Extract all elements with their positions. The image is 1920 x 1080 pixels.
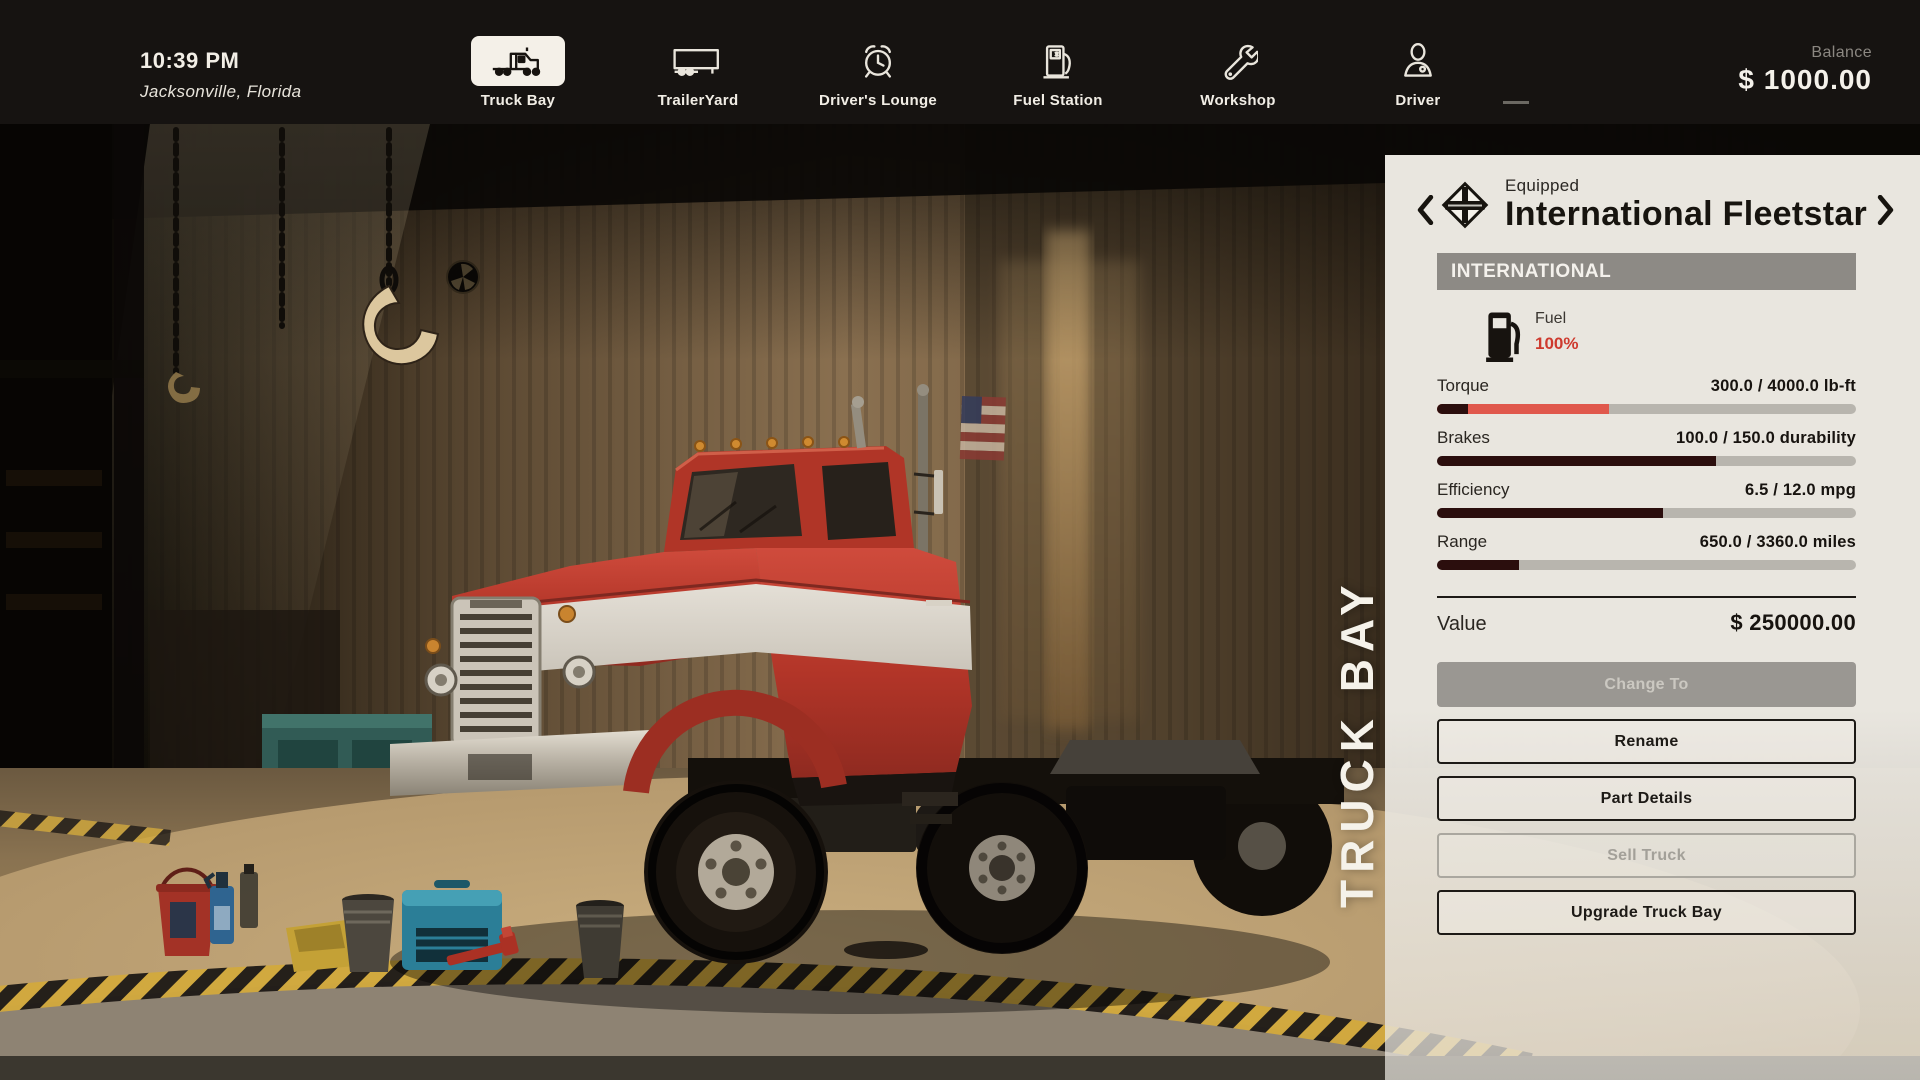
tab-truck-bay[interactable]: Truck Bay — [443, 36, 593, 109]
tab-workshop[interactable]: Workshop — [1163, 36, 1313, 109]
sell-truck-button[interactable]: Sell Truck — [1437, 833, 1856, 878]
change-to-button[interactable]: Change To — [1437, 662, 1856, 707]
us-flag — [960, 396, 1006, 460]
fuel-row: Fuel 100% — [1485, 308, 1856, 362]
stat-bar — [1437, 508, 1856, 518]
tab-label: Driver — [1395, 92, 1440, 109]
fuel-label: Fuel — [1535, 310, 1578, 328]
alarm-clock-icon — [838, 36, 918, 86]
fuel-pump-icon — [1020, 36, 1096, 86]
game-location: Jacksonville, Florida — [140, 82, 301, 102]
separator — [1437, 596, 1856, 598]
prev-truck-button[interactable] — [1415, 193, 1436, 230]
balance-label: Balance — [1738, 44, 1872, 62]
tab-trailer-yard[interactable]: TrailerYard — [623, 36, 773, 109]
brand-banner: INTERNATIONAL — [1437, 253, 1856, 290]
game-time: 10:39 PM — [140, 48, 301, 74]
international-logo — [1437, 177, 1493, 233]
stat-brakes: Brakes100.0 / 150.0 durability — [1437, 428, 1856, 466]
stat-bar — [1437, 456, 1856, 466]
tab-label: Workshop — [1200, 92, 1275, 109]
stats-list: Torque300.0 / 4000.0 lb-ft Brakes100.0 /… — [1437, 376, 1856, 570]
balance-amount: $ 1000.00 — [1738, 64, 1872, 96]
fuel-text: Fuel 100% — [1535, 308, 1578, 362]
truck-bay-section-label: TRUCK BAY — [1330, 548, 1384, 908]
truck-details-panel: Equipped International Fleetstar INTERNA… — [1385, 155, 1920, 1080]
balance-block: Balance $ 1000.00 — [1738, 44, 1872, 96]
fuel-value: 100% — [1535, 334, 1578, 354]
value-row: Value $ 250000.00 — [1437, 610, 1856, 636]
tab-label: Truck Bay — [481, 92, 555, 109]
tab-label: Fuel Station — [1013, 92, 1102, 109]
part-details-button[interactable]: Part Details — [1437, 776, 1856, 821]
tab-drivers-lounge[interactable]: Driver's Lounge — [803, 36, 953, 109]
panel-titles: Equipped International Fleetstar — [1505, 176, 1867, 233]
top-bar: 10:39 PM Jacksonville, Florida Truck Bay… — [0, 0, 1920, 124]
upgrade-truck-bay-button[interactable]: Upgrade Truck Bay — [1437, 890, 1856, 935]
truck-icon — [471, 36, 565, 86]
value-amount: $ 250000.00 — [1730, 610, 1856, 636]
next-truck-button[interactable] — [1875, 193, 1896, 230]
trailer-icon — [652, 36, 744, 86]
wrench-icon — [1200, 36, 1276, 86]
tab-fuel-station[interactable]: Fuel Station — [983, 36, 1133, 109]
chevron-left-icon — [1417, 195, 1434, 225]
tab-label: Driver's Lounge — [819, 92, 937, 109]
tab-label: TrailerYard — [658, 92, 739, 109]
rename-button[interactable]: Rename — [1437, 719, 1856, 764]
person-icon — [1380, 36, 1456, 86]
action-buttons: Change To Rename Part Details Sell Truck… — [1437, 662, 1856, 935]
stat-efficiency: Efficiency6.5 / 12.0 mpg — [1437, 480, 1856, 518]
panel-header: Equipped International Fleetstar — [1437, 169, 1856, 241]
main-nav: Truck Bay TrailerYard Driver's Lounge — [443, 36, 1493, 109]
stat-bar — [1437, 404, 1856, 414]
tab-driver[interactable]: Driver — [1343, 36, 1493, 109]
equipped-label: Equipped — [1505, 176, 1867, 196]
fuel-pump-icon — [1485, 308, 1521, 362]
stat-bar — [1437, 560, 1856, 570]
nav-indicator-dash — [1503, 101, 1529, 104]
time-block: 10:39 PM Jacksonville, Florida — [140, 48, 301, 102]
value-label: Value — [1437, 613, 1487, 636]
chevron-right-icon — [1877, 195, 1894, 225]
stat-torque: Torque300.0 / 4000.0 lb-ft — [1437, 376, 1856, 414]
stat-range: Range650.0 / 3360.0 miles — [1437, 532, 1856, 570]
truck-name: International Fleetstar — [1505, 196, 1867, 233]
